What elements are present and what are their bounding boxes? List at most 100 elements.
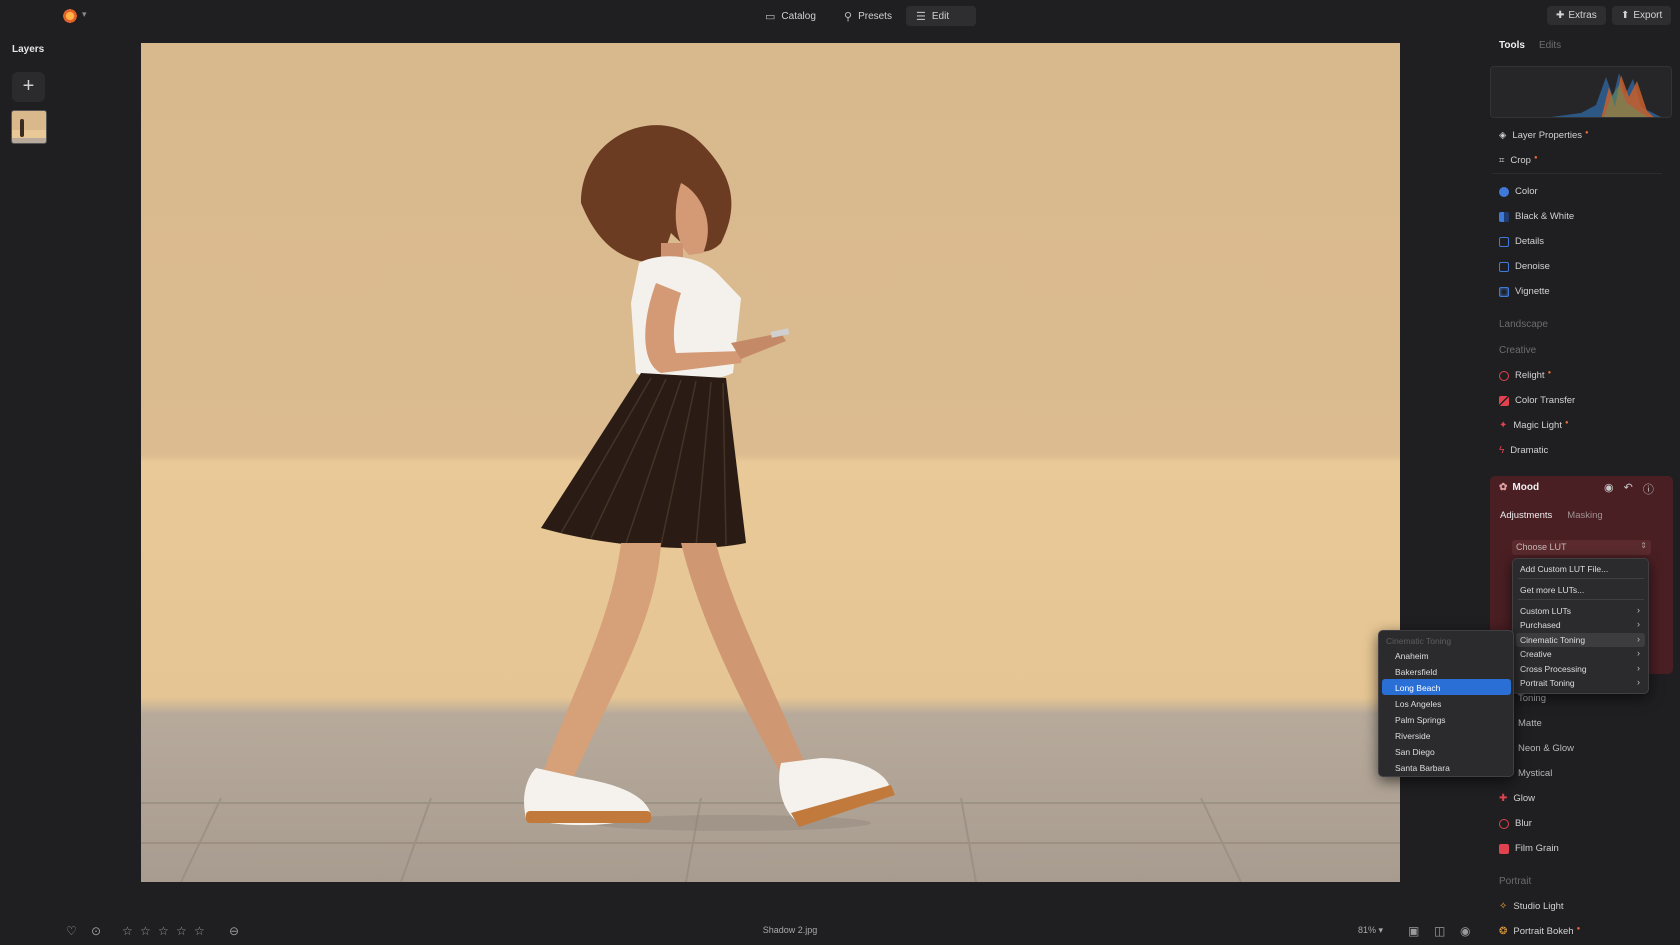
visibility-eye-icon[interactable]: ◉ [1604, 481, 1614, 497]
tool-dramatic[interactable]: ϟ Dramatic [1499, 445, 1548, 456]
tool-crop[interactable]: ⌗ Crop ● [1499, 155, 1538, 167]
submenu-title: Cinematic Toning [1386, 636, 1452, 646]
tool-label: Crop [1510, 155, 1531, 166]
vignette-icon [1499, 286, 1509, 297]
crop-icon: ⌗ [1499, 155, 1505, 166]
tool-label: Details [1515, 236, 1545, 247]
export-button[interactable]: ⬆ Export [1612, 6, 1672, 25]
catalog-icon: ▭ [765, 10, 776, 23]
tool-vignette[interactable]: Vignette [1499, 286, 1550, 297]
tab-catalog-label: Catalog [781, 10, 816, 22]
tool-blur[interactable]: Blur [1499, 818, 1532, 829]
tool-mystical-partial[interactable]: Mystical [1518, 768, 1552, 779]
chevron-right-icon: › [1637, 677, 1640, 687]
tab-catalog[interactable]: ▭ Catalog [755, 6, 826, 26]
tool-label: Denoise [1515, 261, 1550, 272]
add-layer-button[interactable]: + [12, 72, 45, 102]
tab-masking[interactable]: Masking [1567, 510, 1602, 521]
tool-color[interactable]: Color [1499, 186, 1538, 197]
tool-denoise[interactable]: Denoise [1499, 261, 1550, 272]
tool-magic-light[interactable]: ✦ Magic Light ● [1499, 419, 1569, 432]
tool-label: Studio Light [1513, 901, 1564, 912]
tab-edit[interactable]: ☰ Edit [906, 6, 976, 26]
mood-actions: ◉ ↶ ⓘ [1604, 481, 1654, 497]
presets-icon: ⚲ [844, 10, 853, 23]
zoom-level[interactable]: 81% ▾ [1358, 925, 1383, 936]
tool-studio-light[interactable]: ✧ Studio Light [1499, 901, 1564, 912]
submenu-item-los-angeles[interactable]: Los Angeles [1395, 699, 1441, 709]
top-bar: ▾ ▭ Catalog ⚲ Presets ☰ Edit ✚ Extras ⬆ … [0, 0, 1680, 32]
menu-get-more-luts[interactable]: Get more LUTs... [1520, 585, 1584, 595]
histogram-graph [1551, 73, 1661, 117]
menu-add-custom-lut[interactable]: Add Custom LUT File... [1520, 564, 1608, 574]
menu-creative[interactable]: Creative [1520, 649, 1552, 659]
menu-cinematic-toning[interactable]: Cinematic Toning [1520, 635, 1585, 645]
tool-glow[interactable]: ✚ Glow [1499, 793, 1535, 804]
tool-portrait-bokeh[interactable]: ❂ Portrait Bokeh ● [1499, 925, 1581, 938]
tool-label: Film Grain [1515, 843, 1559, 854]
tool-label: Black & White [1515, 211, 1575, 222]
tab-tools[interactable]: Tools [1499, 40, 1525, 51]
reject-icon[interactable]: ⊖ [229, 924, 239, 938]
tab-edits[interactable]: Edits [1539, 40, 1561, 51]
relight-icon [1499, 370, 1509, 381]
ai-badge-icon: ● [1576, 925, 1581, 932]
extras-button[interactable]: ✚ Extras [1547, 6, 1606, 25]
tool-label: Relight [1515, 370, 1545, 381]
mood-header[interactable]: ✿ Mood [1499, 482, 1539, 493]
pro-badge-icon: ● [1585, 129, 1589, 136]
tool-details[interactable]: Details [1499, 236, 1544, 247]
chevron-right-icon: › [1637, 663, 1640, 673]
photo-canvas[interactable] [141, 43, 1400, 882]
ai-badge-icon: ● [1564, 419, 1569, 426]
star-icon[interactable]: ☆ [122, 924, 133, 938]
split-view-icon[interactable]: ◫ [1434, 924, 1445, 938]
mood-title: Mood [1512, 482, 1540, 493]
star-icon[interactable]: ☆ [140, 924, 151, 938]
studio-light-icon: ✧ [1499, 901, 1508, 912]
star-icon[interactable]: ☆ [158, 924, 169, 938]
tool-black-white[interactable]: Black & White [1499, 211, 1574, 222]
layer-thumbnail[interactable] [11, 110, 47, 144]
menu-custom-luts[interactable]: Custom LUTs [1520, 606, 1571, 616]
section-creative[interactable]: Creative [1499, 345, 1536, 356]
menu-cross-processing[interactable]: Cross Processing [1520, 664, 1587, 674]
chevron-down-icon[interactable]: ▾ [82, 9, 87, 20]
submenu-item-long-beach[interactable]: Long Beach [1395, 683, 1440, 693]
tab-adjustments[interactable]: Adjustments [1500, 510, 1552, 521]
preview-eye-icon[interactable]: ◉ [1460, 924, 1470, 938]
tool-relight[interactable]: Relight ● [1499, 370, 1551, 381]
submenu-item-riverside[interactable]: Riverside [1395, 731, 1430, 741]
bokeh-icon: ❂ [1499, 926, 1508, 937]
extras-label: Extras [1568, 10, 1597, 21]
info-icon[interactable]: ⓘ [1643, 481, 1654, 497]
menu-purchased[interactable]: Purchased [1520, 620, 1561, 630]
submenu-item-palm-springs[interactable]: Palm Springs [1395, 715, 1446, 725]
choose-lut-select[interactable]: Choose LUT ⇕ [1512, 540, 1651, 555]
reset-icon[interactable]: ↶ [1624, 481, 1633, 497]
tab-presets[interactable]: ⚲ Presets [834, 6, 902, 26]
section-landscape[interactable]: Landscape [1499, 319, 1548, 330]
star-icon[interactable]: ☆ [176, 924, 187, 938]
favorite-heart-icon[interactable]: ♡ [66, 924, 77, 938]
tool-color-transfer[interactable]: Color Transfer [1499, 395, 1575, 406]
submenu-item-santa-barbara[interactable]: Santa Barbara [1395, 763, 1450, 773]
tool-film-grain[interactable]: Film Grain [1499, 843, 1559, 854]
compare-icon[interactable]: ▣ [1408, 924, 1419, 938]
tools-tabs: Tools Edits [1499, 40, 1561, 51]
tool-matte-partial[interactable]: Matte [1518, 718, 1542, 729]
tool-neon-glow-partial[interactable]: Neon & Glow [1518, 743, 1574, 754]
menu-divider [1518, 599, 1644, 600]
menu-portrait-toning[interactable]: Portrait Toning [1520, 678, 1575, 688]
edit-sliders-icon: ☰ [916, 10, 926, 23]
section-portrait[interactable]: Portrait [1499, 876, 1531, 887]
star-icon[interactable]: ☆ [194, 924, 205, 938]
submenu-item-anaheim[interactable]: Anaheim [1395, 651, 1429, 661]
flag-icon[interactable]: ⊙ [91, 924, 101, 938]
app-logo-icon[interactable] [62, 8, 78, 24]
submenu-item-bakersfield[interactable]: Bakersfield [1395, 667, 1437, 677]
submenu-item-san-diego[interactable]: San Diego [1395, 747, 1435, 757]
tool-toning-partial[interactable]: Toning [1518, 693, 1546, 704]
chevron-right-icon: › [1637, 648, 1640, 658]
tool-layer-properties[interactable]: ◈ Layer Properties ● [1499, 129, 1589, 142]
